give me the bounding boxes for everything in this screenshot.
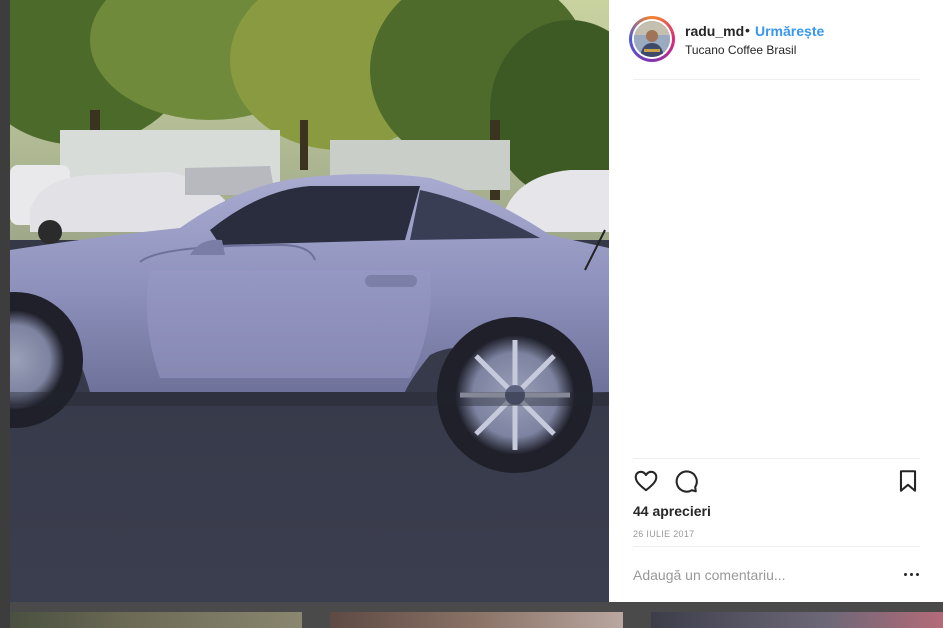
heart-icon[interactable] [633,468,659,494]
post-header: radu_md • Urmărește Tucano Coffee Brasil [609,0,943,80]
modal-backdrop[interactable] [0,0,10,628]
divider [633,79,920,80]
username-link[interactable]: radu_md [685,23,744,39]
comment-icon[interactable] [673,468,699,494]
grid-thumbnail[interactable] [651,612,943,628]
more-options-icon[interactable] [904,564,920,584]
location-link[interactable]: Tucano Coffee Brasil [685,43,796,57]
grid-thumbnail[interactable] [330,612,623,628]
grid-thumbnail[interactable] [10,612,302,628]
comment-input[interactable] [633,562,893,588]
avatar-photo [634,21,670,57]
likes-count[interactable]: 44 aprecieri [633,503,711,519]
follow-button[interactable]: Urmărește [755,23,824,39]
post-photo[interactable] [10,0,609,602]
divider [633,546,920,547]
bookmark-icon[interactable] [895,468,921,494]
car-photo-image [10,0,609,602]
post-details-panel: radu_md • Urmărește Tucano Coffee Brasil… [609,0,943,602]
divider [633,458,920,459]
avatar[interactable] [632,19,672,59]
separator-dot: • [745,22,750,38]
avatar-story-ring[interactable] [629,16,675,62]
action-bar [633,468,923,496]
post-date: 26 IULIE 2017 [633,529,695,539]
